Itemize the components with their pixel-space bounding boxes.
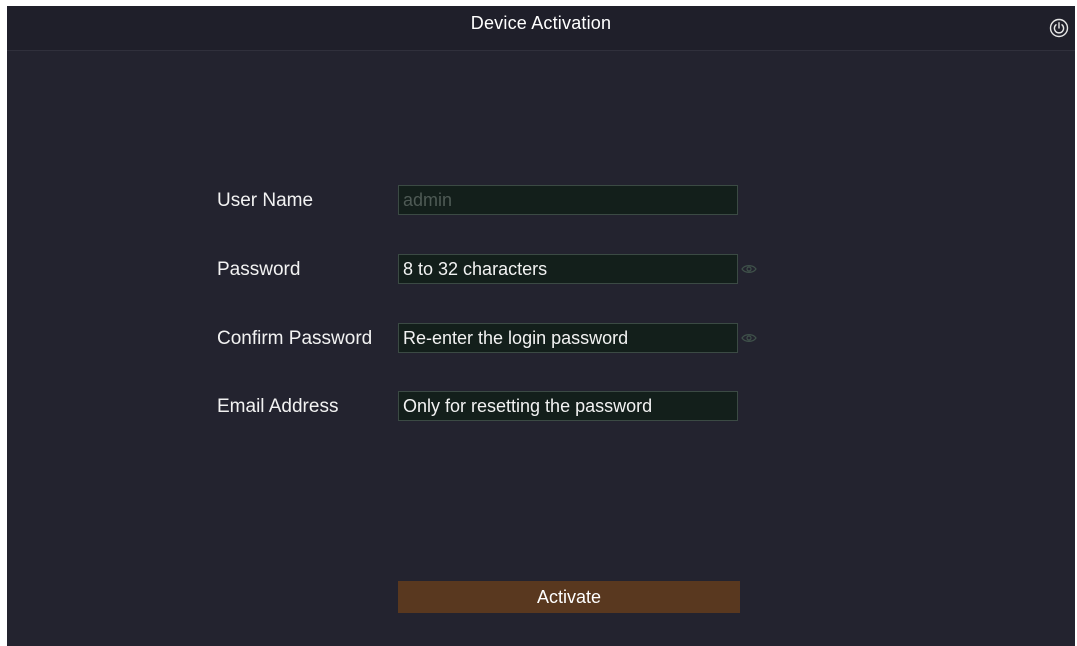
power-icon[interactable]: [1049, 18, 1069, 38]
eye-icon[interactable]: [741, 263, 757, 275]
email-address-field[interactable]: [398, 391, 738, 421]
title-bar: Device Activation: [7, 6, 1075, 51]
user-name-label: User Name: [217, 190, 314, 211]
window-title: Device Activation: [470, 13, 612, 33]
confirm-password-label: Confirm Password: [217, 328, 373, 349]
password-label: Password: [217, 259, 301, 280]
device-activation-window: Device Activation User Name Password Con…: [7, 6, 1075, 646]
password-field[interactable]: [398, 254, 738, 284]
confirm-password-field[interactable]: [398, 323, 738, 353]
eye-icon[interactable]: [741, 332, 757, 344]
user-name-field: [398, 185, 738, 215]
activate-button[interactable]: Activate: [398, 581, 740, 613]
email-address-label: Email Address: [217, 396, 339, 417]
